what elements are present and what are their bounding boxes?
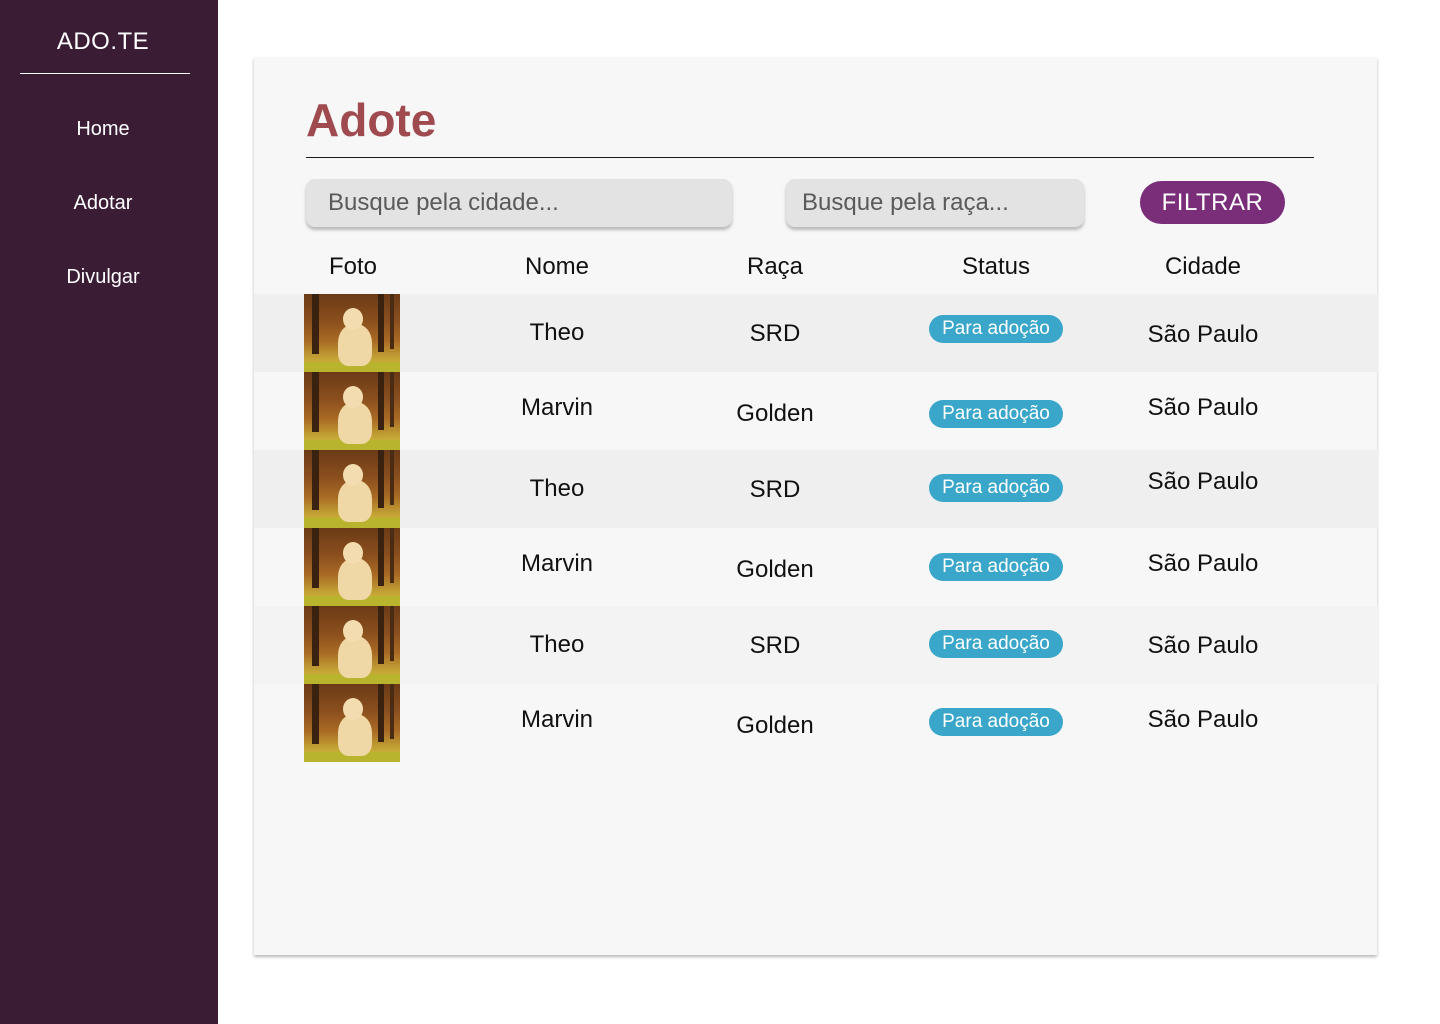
status-badge: Para adoção	[929, 708, 1063, 736]
pet-name: Theo	[529, 319, 585, 346]
pet-city: São Paulo	[1147, 550, 1259, 577]
sidebar-item-adotar[interactable]: Adotar	[0, 192, 206, 215]
sidebar: ADO.TE Home Adotar Divulgar	[0, 0, 218, 1024]
pet-city: São Paulo	[1147, 706, 1259, 733]
pet-breed: Golden	[736, 400, 814, 427]
dog-photo[interactable]	[304, 684, 400, 762]
status-badge: Para adoção	[929, 400, 1063, 428]
pet-name: Marvin	[520, 706, 593, 733]
breed-search-input[interactable]	[786, 179, 1084, 227]
pet-breed: Golden	[736, 556, 814, 583]
status-badge: Para adoção	[929, 474, 1063, 502]
dog-photo[interactable]	[304, 372, 400, 450]
status-badge: Para adoção	[929, 630, 1063, 658]
sidebar-item-divulgar[interactable]: Divulgar	[0, 266, 206, 289]
adoption-card: Adote FILTRAR Foto Nome Raça Status Cida…	[254, 57, 1378, 955]
column-header-raca: Raça	[746, 253, 804, 280]
pet-city: São Paulo	[1147, 468, 1259, 495]
pet-breed: Golden	[736, 712, 814, 739]
column-header-cidade: Cidade	[1164, 253, 1242, 280]
pet-name: Theo	[529, 631, 585, 658]
sidebar-item-home[interactable]: Home	[0, 118, 206, 141]
brand-divider	[20, 73, 190, 74]
pet-breed: SRD	[749, 320, 801, 347]
city-search-input[interactable]	[306, 179, 732, 227]
pet-name: Marvin	[520, 394, 593, 421]
table-row[interactable]: Theo SRD Para adoção São Paulo	[254, 294, 1378, 372]
pet-city: São Paulo	[1147, 632, 1259, 659]
pet-breed: SRD	[749, 476, 801, 503]
column-header-status: Status	[961, 253, 1031, 280]
pet-breed: SRD	[749, 632, 801, 659]
status-badge: Para adoção	[929, 553, 1063, 581]
column-header-foto: Foto	[328, 253, 378, 280]
pet-name: Marvin	[520, 550, 593, 577]
dog-photo[interactable]	[304, 294, 400, 372]
pet-city: São Paulo	[1147, 394, 1259, 421]
table-row[interactable]: Marvin Golden Para adoção São Paulo	[254, 684, 1378, 762]
title-divider	[306, 157, 1314, 158]
filter-button[interactable]: FILTRAR	[1140, 181, 1285, 224]
pet-name: Theo	[529, 475, 585, 502]
pet-city: São Paulo	[1147, 321, 1259, 348]
table-row[interactable]: Theo SRD Para adoção São Paulo	[254, 606, 1378, 684]
table-row[interactable]: Marvin Golden Para adoção São Paulo	[254, 528, 1378, 606]
page-title: Adote	[306, 94, 437, 146]
status-badge: Para adoção	[929, 315, 1063, 343]
dog-photo[interactable]	[304, 528, 400, 606]
dog-photo[interactable]	[304, 450, 400, 528]
dog-photo[interactable]	[304, 606, 400, 684]
brand-logo[interactable]: ADO.TE	[0, 28, 206, 56]
table-row[interactable]: Marvin Golden Para adoção São Paulo	[254, 372, 1378, 450]
table-row[interactable]: Theo SRD Para adoção São Paulo	[254, 450, 1378, 528]
column-header-nome: Nome	[524, 253, 590, 280]
